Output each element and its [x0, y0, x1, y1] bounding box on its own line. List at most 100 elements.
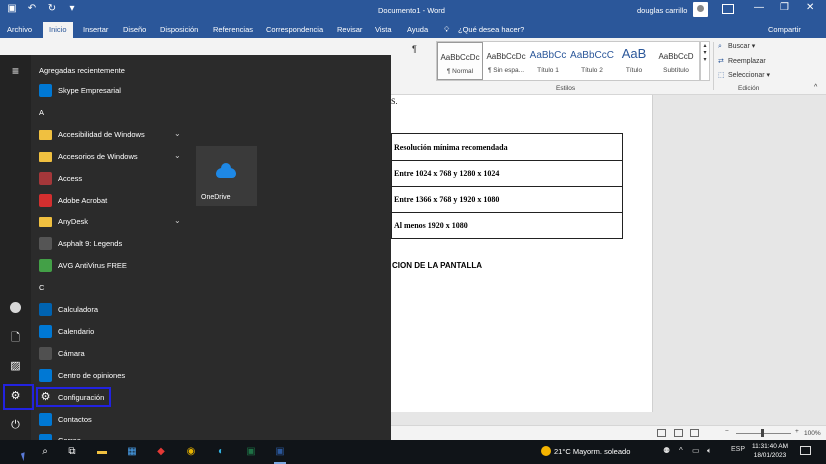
- user-name[interactable]: douglas carrillo: [637, 6, 687, 15]
- tab-ayuda[interactable]: Ayuda: [407, 25, 428, 34]
- tab-inicio[interactable]: Inicio: [43, 22, 73, 38]
- find-label: Buscar: [728, 43, 750, 50]
- folder-item[interactable]: Accesorios de Windows ⌄: [39, 148, 184, 166]
- table-cell[interactable]: Resolución mínima recomendada: [391, 133, 623, 161]
- print-layout-icon[interactable]: [674, 429, 683, 437]
- web-layout-icon[interactable]: [690, 429, 699, 437]
- feedback-icon: [39, 368, 52, 382]
- app-item[interactable]: Calculadora: [39, 301, 184, 319]
- style-normal[interactable]: AaBbCcDc ¶ Normal: [437, 42, 483, 80]
- find-button[interactable]: ⌕ Buscar ▾: [718, 42, 755, 51]
- show-hidden-icons[interactable]: ^: [679, 446, 683, 455]
- user-avatar[interactable]: [693, 2, 708, 17]
- restore-icon[interactable]: ❐: [780, 2, 789, 13]
- read-mode-icon[interactable]: [657, 429, 666, 437]
- tab-archivo[interactable]: Archivo: [7, 25, 32, 34]
- folder-item[interactable]: AnyDesk ⌄: [39, 213, 184, 231]
- tab-referencias[interactable]: Referencias: [213, 25, 253, 34]
- desktop-screen: ▣ ↶ ↻ ▾ Documento1 - Word douglas carril…: [0, 0, 826, 464]
- select-button[interactable]: ⬚ Seleccionar ▾: [718, 71, 770, 79]
- undo-icon[interactable]: ↶: [26, 3, 38, 15]
- hamburger-menu-icon[interactable]: ≡: [7, 63, 24, 80]
- zoom-in-icon[interactable]: +: [795, 428, 799, 435]
- store-icon[interactable]: ▦: [124, 444, 140, 460]
- style-name: ¶ Sin espa...: [487, 67, 524, 74]
- start-menu-rail: ≡ 🗋︎ ▨ ⚙︎ ⏻︎: [0, 55, 34, 440]
- edge-icon[interactable]: ◐: [213, 444, 229, 460]
- weather-widget[interactable]: 21°C Mayorm. soleado: [541, 446, 630, 456]
- redo-icon[interactable]: ↻: [46, 3, 58, 15]
- notifications-icon[interactable]: [800, 446, 811, 455]
- tab-revisar[interactable]: Revisar: [337, 25, 362, 34]
- app-item[interactable]: Cámara: [39, 345, 184, 363]
- word-taskbar-icon[interactable]: ▣: [272, 444, 288, 464]
- app-item[interactable]: Skype Empresarial: [39, 82, 184, 100]
- alpha-group-header[interactable]: A: [39, 108, 44, 117]
- style-heading-1[interactable]: AaBbCc Título 1: [525, 42, 571, 80]
- file-explorer-icon[interactable]: ▬: [94, 444, 110, 460]
- app-item[interactable]: Asphalt 9: Legends: [39, 235, 184, 253]
- zoom-slider-thumb[interactable]: [761, 429, 764, 437]
- tab-insertar[interactable]: Insertar: [83, 25, 108, 34]
- close-icon[interactable]: ✕: [806, 2, 814, 13]
- clock[interactable]: 11:31:40 AM 18/01/2023: [752, 442, 788, 460]
- styles-group-label: Estilos: [556, 85, 576, 92]
- documents-icon[interactable]: 🗋︎: [7, 330, 24, 347]
- tab-diseno[interactable]: Diseño: [123, 25, 146, 34]
- zoom-level[interactable]: 100%: [804, 430, 821, 437]
- access-icon: [39, 171, 52, 185]
- chevron-down-icon[interactable]: ⌄: [174, 151, 181, 160]
- table-row: Entre 1024 x 768 y 1280 x 1024: [391, 160, 623, 187]
- anydesk-taskbar-icon[interactable]: ◆: [153, 444, 169, 460]
- table-cell[interactable]: Al menos 1920 x 1080: [391, 212, 623, 239]
- tell-me-search[interactable]: ¿Qué desea hacer?: [458, 25, 524, 34]
- app-item[interactable]: Adobe Acrobat: [39, 192, 184, 210]
- tab-correspondencia[interactable]: Correspondencia: [266, 25, 323, 34]
- replace-label: Reemplazar: [728, 58, 766, 65]
- excel-icon[interactable]: ▣: [243, 444, 259, 460]
- search-icon[interactable]: ⌕: [37, 444, 53, 460]
- chrome-icon[interactable]: ◉: [183, 444, 199, 460]
- replace-button[interactable]: ⇄ Reemplazar: [718, 57, 766, 65]
- ribbon-display-options-icon[interactable]: [722, 4, 734, 14]
- app-item[interactable]: Access: [39, 170, 184, 188]
- save-icon[interactable]: ▣: [6, 3, 18, 15]
- app-item[interactable]: AVG AntiVirus FREE: [39, 257, 184, 275]
- alpha-group-header[interactable]: C: [39, 283, 44, 292]
- language-indicator[interactable]: ESP: [731, 446, 745, 453]
- zoom-out-icon[interactable]: −: [725, 428, 729, 435]
- volume-icon[interactable]: 🔈︎: [707, 446, 712, 456]
- chevron-down-icon[interactable]: ⌄: [174, 216, 181, 225]
- app-item[interactable]: Contactos: [39, 411, 184, 429]
- customize-qat-icon[interactable]: ▾: [66, 3, 78, 15]
- chevron-down-icon[interactable]: ⌄: [174, 129, 181, 138]
- network-icon[interactable]: ▭: [692, 446, 700, 455]
- task-view-icon[interactable]: ⧉: [64, 444, 80, 460]
- table-cell[interactable]: Entre 1024 x 768 y 1280 x 1024: [391, 160, 623, 187]
- folder-item[interactable]: Accesibilidad de Windows ⌄: [39, 126, 184, 144]
- people-icon[interactable]: ⚉: [663, 446, 670, 455]
- minimize-icon[interactable]: —: [754, 2, 764, 13]
- tab-disposicion[interactable]: Disposición: [160, 25, 198, 34]
- show-formatting-icon[interactable]: ¶: [412, 44, 417, 54]
- styles-scroll-icon[interactable]: ▴ ▾ ▾: [700, 41, 710, 81]
- avg-icon: [39, 259, 52, 273]
- table-cell[interactable]: Entre 1366 x 768 y 1920 x 1080: [391, 186, 623, 213]
- style-title[interactable]: AaB Título: [611, 42, 657, 80]
- style-subtitle[interactable]: AaBbCcD Subtítulo: [653, 42, 699, 80]
- document-page[interactable]: S. Resolución mínima recomendada Entre 1…: [391, 95, 653, 412]
- share-button[interactable]: Compartir: [768, 25, 801, 34]
- onedrive-tile[interactable]: OneDrive: [196, 146, 257, 206]
- pictures-icon[interactable]: ▨: [7, 358, 24, 375]
- app-item[interactable]: Centro de opiniones: [39, 367, 184, 385]
- tab-vista[interactable]: Vista: [375, 25, 392, 34]
- table-row: Entre 1366 x 768 y 1920 x 1080: [391, 186, 623, 213]
- calendar-icon: [39, 324, 52, 338]
- clock-date: 18/01/2023: [753, 452, 787, 459]
- collapse-ribbon-icon[interactable]: ^: [814, 84, 817, 91]
- user-account-icon[interactable]: [7, 299, 24, 316]
- app-item[interactable]: Calendario: [39, 323, 184, 341]
- style-no-spacing[interactable]: AaBbCcDc ¶ Sin espa...: [483, 42, 529, 80]
- style-heading-2[interactable]: AaBbCcC Título 2: [569, 42, 615, 80]
- power-icon[interactable]: ⏻︎: [7, 417, 24, 434]
